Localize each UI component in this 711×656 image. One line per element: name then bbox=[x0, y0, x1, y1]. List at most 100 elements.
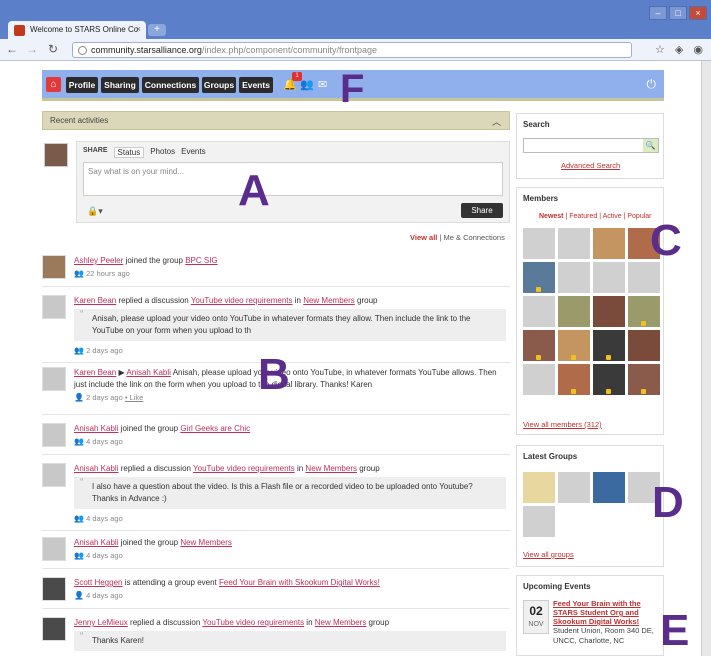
member-avatar[interactable] bbox=[523, 262, 555, 293]
target-link[interactable]: Feed Your Brain with Skookum Digital Wor… bbox=[219, 578, 380, 587]
back-arrow-icon[interactable]: ← bbox=[6, 42, 18, 56]
group-avatar[interactable] bbox=[558, 472, 590, 503]
view-all-groups-link[interactable]: View all groups bbox=[523, 550, 574, 559]
globe-icon bbox=[78, 46, 87, 55]
filter-view-all[interactable]: View all bbox=[410, 233, 437, 242]
bookmark-star-icon[interactable]: ☆ bbox=[655, 43, 665, 56]
target-link[interactable]: BPC SIG bbox=[185, 256, 217, 265]
recent-activities-header[interactable]: Recent activities ︿ bbox=[42, 111, 510, 130]
close-tab-icon[interactable]: × bbox=[136, 24, 141, 34]
member-avatar[interactable] bbox=[593, 364, 625, 395]
share-tab-status[interactable]: Status bbox=[113, 147, 145, 158]
actor-link[interactable]: Anisah Kabli bbox=[74, 424, 118, 433]
reload-icon[interactable]: ↻ bbox=[48, 42, 58, 56]
tab-profile[interactable]: Profile bbox=[66, 77, 98, 93]
tab-newest[interactable]: Newest bbox=[539, 213, 564, 220]
group-link[interactable]: New Members bbox=[315, 618, 367, 627]
target-link[interactable]: YouTube video requirements bbox=[202, 618, 304, 627]
search-input[interactable]: 🔍 bbox=[523, 138, 659, 153]
member-avatar[interactable] bbox=[628, 296, 660, 327]
group-link[interactable]: New Members bbox=[303, 296, 355, 305]
extension-icon[interactable]: ◉ bbox=[693, 43, 703, 56]
scrollbar[interactable] bbox=[701, 61, 711, 656]
browser-tab[interactable]: Welcome to STARS Online Co × bbox=[8, 21, 146, 39]
target-link[interactable]: YouTube video requirements bbox=[193, 464, 295, 473]
target-link[interactable]: Girl Geeks are Chic bbox=[180, 424, 250, 433]
tab-featured[interactable]: Featured bbox=[569, 213, 597, 220]
actor-link[interactable]: Anisah Kabli bbox=[74, 538, 118, 547]
tab-events[interactable]: Events bbox=[239, 77, 273, 93]
tab-sharing[interactable]: Sharing bbox=[101, 77, 139, 93]
view-all-members-link[interactable]: View all members (312) bbox=[523, 420, 602, 429]
maximize-icon[interactable]: □ bbox=[669, 6, 687, 20]
avatar[interactable] bbox=[42, 463, 66, 487]
actor-link[interactable]: Anisah Kabli bbox=[74, 464, 118, 473]
like-link[interactable]: • Like bbox=[125, 393, 143, 402]
member-avatar[interactable] bbox=[558, 330, 590, 361]
member-avatar[interactable] bbox=[523, 296, 555, 327]
member-avatar[interactable] bbox=[558, 364, 590, 395]
quote-text: Thanks Karen! bbox=[74, 631, 506, 651]
minimize-icon[interactable]: – bbox=[649, 6, 667, 20]
member-avatar[interactable] bbox=[628, 364, 660, 395]
status-input[interactable]: Say what is on your mind... bbox=[83, 162, 503, 196]
share-tab-photos[interactable]: Photos bbox=[150, 147, 175, 158]
share-tab-events[interactable]: Events bbox=[181, 147, 205, 158]
event-title-link[interactable]: Feed Your Brain with the STARS Student O… bbox=[553, 599, 661, 626]
friends-icon[interactable]: 👥 bbox=[300, 78, 314, 91]
privacy-lock-icon[interactable]: 🔒▾ bbox=[87, 206, 103, 217]
member-avatar[interactable] bbox=[558, 228, 590, 259]
extension-icon[interactable]: ◈ bbox=[675, 43, 683, 56]
member-avatar[interactable] bbox=[593, 296, 625, 327]
member-avatar[interactable] bbox=[628, 262, 660, 293]
target-link[interactable]: YouTube video requirements bbox=[191, 296, 293, 305]
member-avatar[interactable] bbox=[558, 262, 590, 293]
forward-arrow-icon[interactable]: → bbox=[26, 42, 38, 56]
avatar[interactable] bbox=[42, 367, 66, 391]
member-avatar[interactable] bbox=[523, 364, 555, 395]
group-link[interactable]: New Members bbox=[305, 464, 357, 473]
browser-toolbar: ← → ↻ community.starsalliance.org/index.… bbox=[0, 39, 711, 61]
avatar[interactable] bbox=[42, 537, 66, 561]
member-avatar[interactable] bbox=[523, 330, 555, 361]
close-window-icon[interactable]: × bbox=[689, 6, 707, 20]
filter-me-connections[interactable]: Me & Connections bbox=[444, 233, 505, 242]
avatar[interactable] bbox=[42, 255, 66, 279]
search-icon[interactable]: 🔍 bbox=[643, 139, 658, 152]
avatar[interactable] bbox=[42, 617, 66, 641]
tab-active[interactable]: Active bbox=[603, 213, 622, 220]
group-avatar[interactable] bbox=[523, 472, 555, 503]
logout-icon[interactable]: ⏻ bbox=[647, 77, 657, 92]
member-avatar[interactable] bbox=[593, 228, 625, 259]
home-icon[interactable]: ⌂ bbox=[46, 77, 61, 92]
status-icon bbox=[571, 389, 576, 394]
group-avatar[interactable] bbox=[523, 506, 555, 537]
actor-link[interactable]: Jenny LeMieux bbox=[74, 618, 128, 627]
activity-text: joined the group bbox=[118, 424, 181, 433]
avatar[interactable] bbox=[42, 577, 66, 601]
inbox-icon[interactable]: ✉ bbox=[318, 78, 327, 91]
target-link[interactable]: Anisah Kabli bbox=[126, 368, 170, 377]
avatar[interactable] bbox=[42, 295, 66, 319]
target-link[interactable]: New Members bbox=[180, 538, 232, 547]
collapse-icon[interactable]: ︿ bbox=[492, 115, 501, 128]
advanced-search-link[interactable]: Advanced Search bbox=[561, 161, 620, 170]
member-avatar[interactable] bbox=[523, 228, 555, 259]
tab-groups[interactable]: Groups bbox=[202, 77, 236, 93]
actor-link[interactable]: Karen Bean bbox=[74, 296, 116, 305]
tab-popular[interactable]: Popular bbox=[627, 213, 651, 220]
time-text: 4 days ago bbox=[86, 591, 123, 600]
new-tab-button[interactable]: + bbox=[148, 24, 166, 36]
share-button[interactable]: Share bbox=[461, 203, 503, 218]
actor-link[interactable]: Ashley Peeler bbox=[74, 256, 123, 265]
address-bar[interactable]: community.starsalliance.org/index.php/co… bbox=[72, 42, 632, 58]
tab-connections[interactable]: Connections bbox=[142, 77, 199, 93]
member-avatar[interactable] bbox=[593, 330, 625, 361]
member-avatar[interactable] bbox=[628, 330, 660, 361]
actor-link[interactable]: Karen Bean bbox=[74, 368, 116, 377]
actor-link[interactable]: Scott Heggen bbox=[74, 578, 122, 587]
member-avatar[interactable] bbox=[558, 296, 590, 327]
group-avatar[interactable] bbox=[593, 472, 625, 503]
avatar[interactable] bbox=[42, 423, 66, 447]
member-avatar[interactable] bbox=[593, 262, 625, 293]
